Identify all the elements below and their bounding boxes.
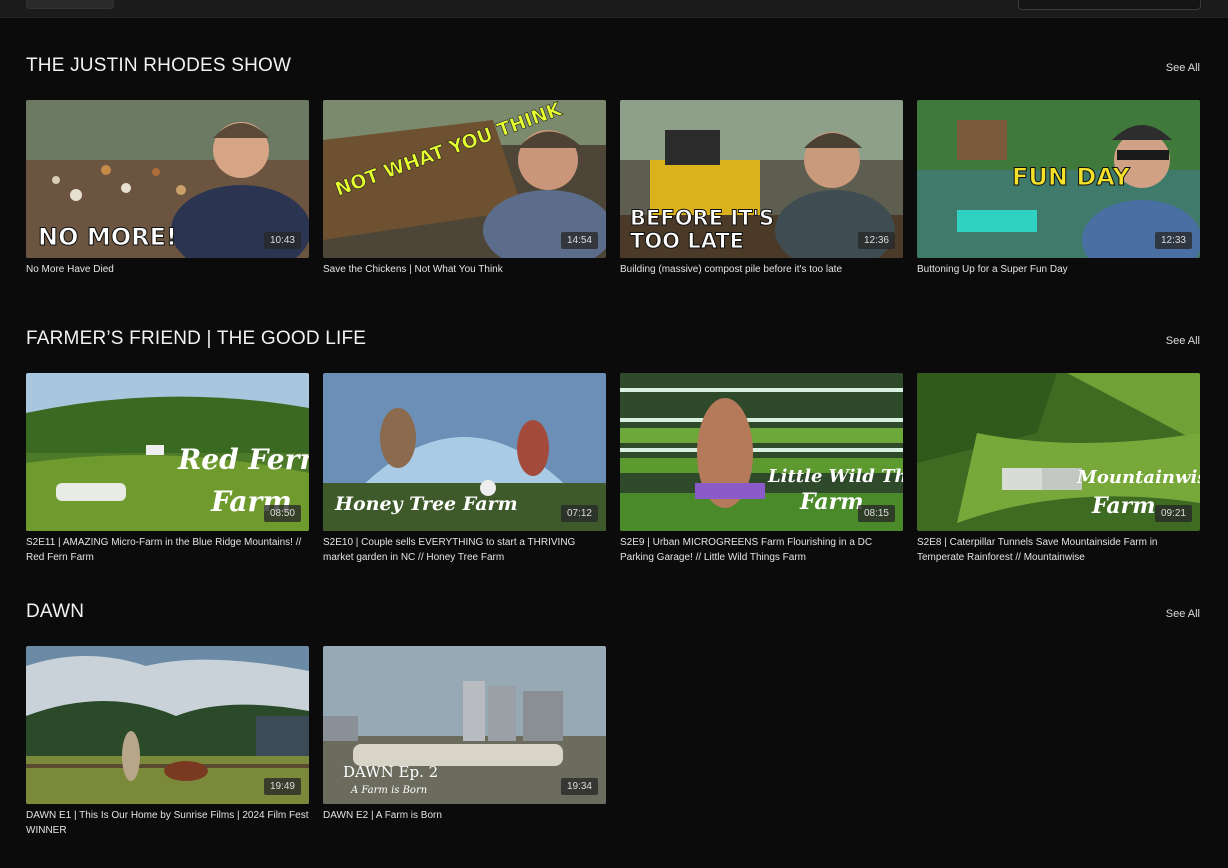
video-card[interactable]: 19:49 DAWN E1 | This Is Our Home by Sunr… [26, 646, 309, 838]
video-thumbnail[interactable]: DAWN Ep. 2 A Farm is Born 19:34 [323, 646, 606, 804]
video-title[interactable]: S2E11 | AMAZING Micro-Farm in the Blue R… [26, 535, 309, 565]
video-thumbnail[interactable]: Red Fern Farm 08:50 [26, 373, 309, 531]
video-thumbnail[interactable]: Mountainwise Farm 09:21 [917, 373, 1200, 531]
thumbnail-overlay-text-line1: Little Wild Things [768, 466, 903, 487]
video-card[interactable]: NOT WHAT YOU THINK 14:54 Save the Chicke… [323, 100, 606, 277]
video-card[interactable]: NO MORE! 10:43 No More Have Died [26, 100, 309, 277]
see-all-link[interactable]: See All [1166, 335, 1200, 347]
search-input[interactable] [1018, 0, 1201, 10]
video-title[interactable]: DAWN E1 | This Is Our Home by Sunrise Fi… [26, 808, 309, 838]
duration-badge: 12:36 [857, 232, 895, 249]
duration-badge: 12:33 [1154, 232, 1192, 249]
video-thumbnail[interactable]: NOT WHAT YOU THINK 14:54 [323, 100, 606, 258]
video-card[interactable]: Little Wild Things Farm 08:15 S2E9 | Urb… [620, 373, 903, 565]
video-title[interactable]: Save the Chickens | Not What You Think [323, 262, 606, 277]
video-card[interactable]: BEFORE IT'S TOO LATE 12:36 Building (mas… [620, 100, 903, 277]
section-title: THE JUSTIN RHODES SHOW [26, 55, 292, 76]
video-title[interactable]: Buttoning Up for a Super Fun Day [917, 262, 1200, 277]
thumbnail-overlay-text-line1: BEFORE IT'S [629, 206, 775, 230]
thumbnail-overlay-text: FUN DAY [1012, 163, 1131, 191]
video-thumbnail[interactable]: BEFORE IT'S TOO LATE 12:36 [620, 100, 903, 258]
video-card[interactable]: Mountainwise Farm 09:21 S2E8 | Caterpill… [917, 373, 1200, 565]
video-title[interactable]: S2E10 | Couple sells EVERYTHING to start… [323, 535, 606, 565]
duration-badge: 08:15 [857, 505, 895, 522]
see-all-link[interactable]: See All [1166, 62, 1200, 74]
video-card[interactable]: DAWN Ep. 2 A Farm is Born 19:34 DAWN E2 … [323, 646, 606, 823]
thumbnail-overlay-text-line1: Mountainwise [1077, 467, 1200, 488]
video-thumbnail[interactable]: Little Wild Things Farm 08:15 [620, 373, 903, 531]
duration-badge: 19:34 [560, 778, 598, 795]
video-thumbnail[interactable]: 19:49 [26, 646, 309, 804]
video-card[interactable]: Red Fern Farm 08:50 S2E11 | AMAZING Micr… [26, 373, 309, 565]
video-card[interactable]: Honey Tree Farm 07:12 S2E10 | Couple sel… [323, 373, 606, 565]
thumbnail-overlay-text-line1: DAWN Ep. 2 [343, 763, 439, 781]
video-title[interactable]: S2E9 | Urban MICROGREENS Farm Flourishin… [620, 535, 903, 565]
top-bar [0, 0, 1228, 18]
video-thumbnail[interactable]: NO MORE! 10:43 [26, 100, 309, 258]
thumbnail-overlay-text-line2: TOO LATE [629, 229, 745, 253]
thumbnail-overlay-text: NO MORE! [38, 223, 178, 251]
video-title[interactable]: No More Have Died [26, 262, 309, 277]
video-title[interactable]: Building (massive) compost pile before i… [620, 262, 903, 277]
video-card[interactable]: FUN DAY 12:33 Buttoning Up for a Super F… [917, 100, 1200, 277]
duration-badge: 08:50 [263, 505, 301, 522]
thumbnail-overlay-text-line2: Farm [800, 489, 864, 515]
video-thumbnail[interactable]: FUN DAY 12:33 [917, 100, 1200, 258]
thumbnail-overlay-text-line1: Red Fern [178, 443, 309, 476]
video-title[interactable]: S2E8 | Caterpillar Tunnels Save Mountain… [917, 535, 1200, 565]
duration-badge: 09:21 [1154, 505, 1192, 522]
thumbnail-overlay-text-line2: Farm [1092, 493, 1156, 519]
duration-badge: 14:54 [560, 232, 598, 249]
menu-button[interactable] [26, 0, 114, 9]
thumbnail-overlay-text: Honey Tree Farm [335, 493, 518, 515]
thumbnail-overlay-text-line2: A Farm is Born [351, 785, 428, 796]
video-title[interactable]: DAWN E2 | A Farm is Born [323, 808, 606, 823]
see-all-link[interactable]: See All [1166, 608, 1200, 620]
duration-badge: 19:49 [263, 778, 301, 795]
video-thumbnail[interactable]: Honey Tree Farm 07:12 [323, 373, 606, 531]
section-title: DAWN [26, 601, 85, 622]
duration-badge: 07:12 [560, 505, 598, 522]
section-title: FARMER’S FRIEND | THE GOOD LIFE [26, 328, 367, 349]
duration-badge: 10:43 [263, 232, 301, 249]
